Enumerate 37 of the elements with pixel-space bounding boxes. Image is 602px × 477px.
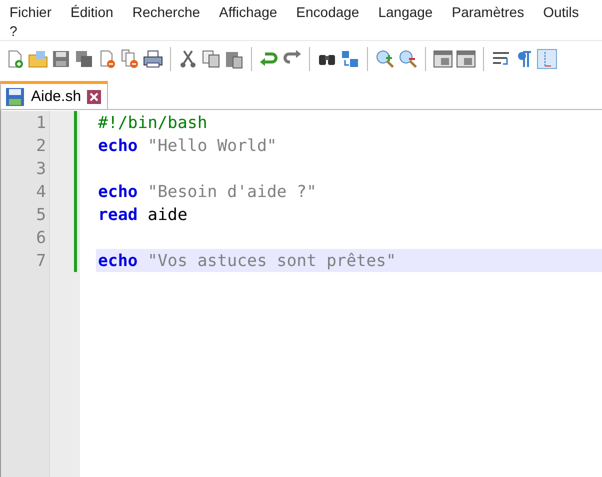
code-line: echo "Hello World": [98, 136, 277, 155]
menu-item[interactable]: Outils: [534, 3, 588, 21]
indent-guide-icon[interactable]: [537, 49, 557, 69]
scissors-icon[interactable]: [178, 49, 198, 69]
code-line: #!/bin/bash: [98, 113, 208, 132]
line-number: 6: [36, 227, 47, 249]
menu-item[interactable]: ?: [0, 22, 27, 40]
menu-item[interactable]: Fichier: [0, 3, 62, 21]
code-line: read aide: [98, 205, 188, 224]
copy-icon[interactable]: [201, 49, 221, 69]
paste-icon[interactable]: [224, 49, 244, 69]
code-line: echo "Besoin d'aide ?": [98, 182, 317, 201]
menu-item[interactable]: Encodage: [286, 3, 369, 21]
code-line: echo "Vos astuces sont prêtes": [98, 251, 396, 270]
menu-item[interactable]: Paramètres: [442, 3, 534, 21]
line-number: 7: [36, 250, 47, 272]
floppy-icon: [5, 86, 25, 106]
zoom-in-icon[interactable]: [375, 49, 395, 69]
floppy-icon[interactable]: [51, 49, 71, 69]
file-tab[interactable]: Aide.sh: [0, 81, 108, 109]
window-icon[interactable]: [456, 49, 476, 69]
line-number: 4: [36, 181, 47, 203]
line-number: 5: [36, 204, 47, 226]
menu-item[interactable]: Édition: [61, 3, 123, 21]
menu-item[interactable]: Affichage: [210, 3, 287, 21]
replace-icon[interactable]: [340, 49, 360, 69]
line-number: 2: [36, 135, 47, 157]
printer-icon[interactable]: [143, 49, 163, 69]
floppies-icon[interactable]: [74, 49, 94, 69]
folder-icon[interactable]: [28, 49, 48, 69]
zoom-out-icon[interactable]: [398, 49, 418, 69]
line-number: 3: [36, 158, 47, 180]
menu-item[interactable]: Langage: [368, 3, 442, 21]
close-icon[interactable]: [87, 90, 102, 104]
line-number: 1: [36, 112, 47, 134]
menu-item[interactable]: Recherche: [122, 3, 210, 21]
window-icon[interactable]: [433, 49, 453, 69]
